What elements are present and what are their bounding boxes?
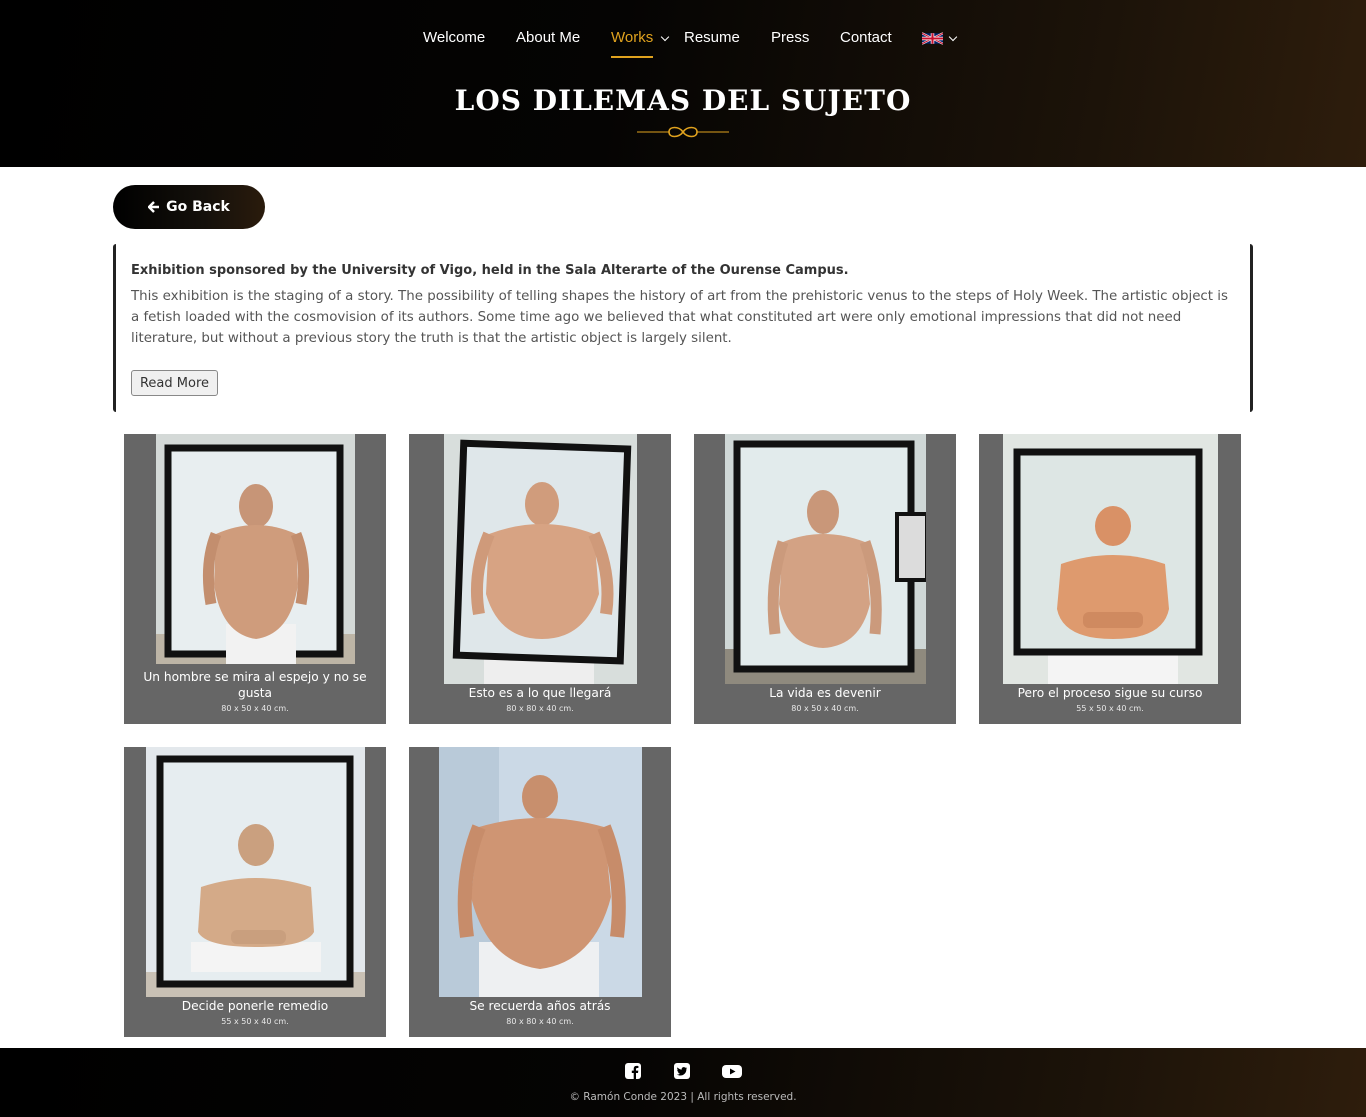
nav-item-press[interactable]: Press: [771, 28, 809, 48]
work-dimensions: 55 x 50 x 40 cm.: [1076, 704, 1144, 713]
youtube-icon[interactable]: [722, 1063, 742, 1079]
work-image: [725, 434, 926, 684]
go-back-button[interactable]: Go Back: [113, 185, 265, 229]
work-title: Pero el proceso sigue su curso: [1017, 686, 1203, 700]
work-dimensions: 80 x 80 x 40 cm.: [506, 704, 574, 713]
work-card[interactable]: La vida es devenir 80 x 50 x 40 cm.: [694, 434, 956, 724]
work-dimensions: 80 x 50 x 40 cm.: [791, 704, 859, 713]
work-image: [439, 747, 642, 997]
work-card[interactable]: Esto es a lo que llegará 80 x 80 x 40 cm…: [409, 434, 671, 724]
read-more-button[interactable]: Read More: [131, 370, 218, 396]
intro-text: This exhibition is the staging of a stor…: [131, 289, 1229, 346]
go-back-label: Go Back: [166, 199, 230, 215]
work-title: Esto es a lo que llegará: [468, 686, 612, 700]
site-header: Welcome About Me Works Resume Press Cont…: [0, 0, 1366, 167]
work-dimensions: 55 x 50 x 40 cm.: [221, 1017, 289, 1026]
twitter-icon[interactable]: [673, 1063, 691, 1079]
work-image: [156, 434, 355, 664]
work-dimensions: 80 x 50 x 40 cm.: [221, 704, 289, 713]
nav-item-works[interactable]: Works: [611, 28, 654, 58]
work-image: [146, 747, 365, 997]
work-title: Un hombre se mira al espejo y no se gust…: [143, 670, 367, 700]
work-card[interactable]: Un hombre se mira al espejo y no se gust…: [124, 434, 386, 724]
active-underline: [611, 56, 654, 58]
copyright-text: © Ramón Conde 2023 | All rights reserved…: [569, 1091, 797, 1103]
work-dimensions: 80 x 80 x 40 cm.: [506, 1017, 574, 1026]
work-image: [1003, 434, 1218, 684]
nav-item-resume[interactable]: Resume: [684, 28, 740, 48]
work-card[interactable]: Decide ponerle remedio 55 x 50 x 40 cm.: [124, 747, 386, 1037]
nav-item-about-me[interactable]: About Me: [516, 28, 580, 48]
work-title: Decide ponerle remedio: [181, 999, 329, 1013]
work-card[interactable]: Se recuerda años atrás 80 x 80 x 40 cm.: [409, 747, 671, 1037]
work-title: Se recuerda años atrás: [469, 999, 611, 1013]
facebook-icon[interactable]: [624, 1063, 642, 1079]
site-footer: © Ramón Conde 2023 | All rights reserved…: [0, 1048, 1366, 1117]
nav-item-contact[interactable]: Contact: [840, 28, 892, 48]
chevron-down-icon[interactable]: [660, 32, 670, 42]
work-title: La vida es devenir: [769, 686, 881, 700]
arrow-left-icon: [148, 201, 160, 213]
uk-flag-icon[interactable]: [922, 31, 943, 46]
main-nav: Welcome About Me Works Resume Press Cont…: [0, 28, 1366, 60]
work-card[interactable]: Pero el proceso sigue su curso 55 x 50 x…: [979, 434, 1241, 724]
intro-title: Exhibition sponsored by the University o…: [131, 263, 849, 278]
nav-item-works-label: Works: [611, 29, 654, 46]
work-image: [444, 434, 637, 684]
exhibition-intro: Exhibition sponsored by the University o…: [113, 244, 1253, 412]
nav-item-welcome[interactable]: Welcome: [423, 28, 485, 48]
page-title: LOS DILEMAS DEL SUJETO: [454, 84, 912, 117]
infinity-ornament-icon: [637, 126, 729, 138]
